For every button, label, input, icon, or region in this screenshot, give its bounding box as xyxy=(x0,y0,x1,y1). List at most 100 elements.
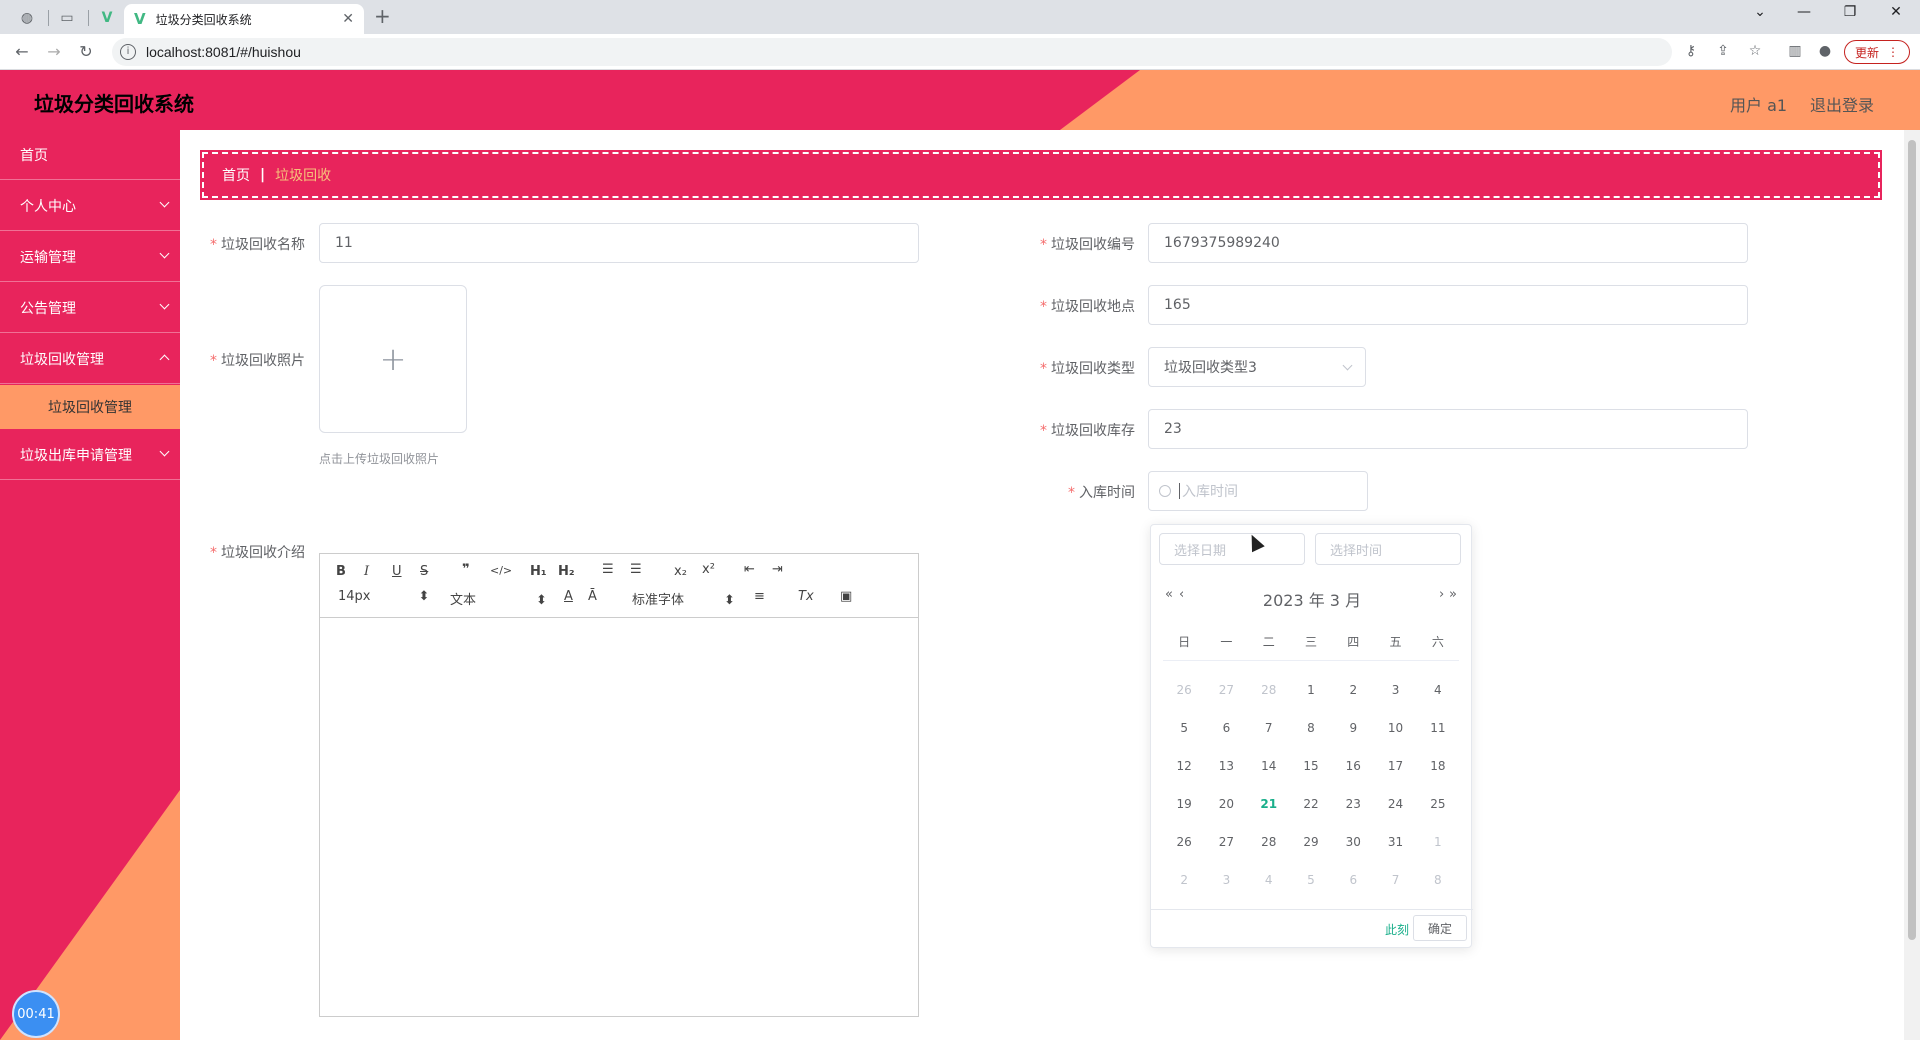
calendar-day[interactable]: 18 xyxy=(1417,759,1459,773)
font-color-icon[interactable]: A xyxy=(564,589,573,604)
calendar-day[interactable]: 26 xyxy=(1163,683,1205,697)
background-color-icon[interactable]: Ā xyxy=(588,589,597,604)
sidebar-item-recycle[interactable]: 垃圾回收管理 xyxy=(0,334,180,384)
key-icon[interactable]: ⚷ xyxy=(1680,43,1702,59)
picker-date-input[interactable]: 选择日期 xyxy=(1159,533,1305,565)
calendar-day[interactable]: 4 xyxy=(1248,873,1290,887)
font-size-select[interactable]: 14px ⬍ xyxy=(338,589,429,604)
calendar-day[interactable]: 1 xyxy=(1290,683,1332,697)
calendar-day[interactable]: 4 xyxy=(1417,683,1459,697)
active-tab[interactable]: V 垃圾分类回收系统 ✕ xyxy=(124,4,364,34)
italic-icon[interactable]: I xyxy=(364,564,369,579)
calendar-day[interactable]: 26 xyxy=(1163,835,1205,849)
confirm-button[interactable]: 确定 xyxy=(1413,915,1467,941)
picker-title[interactable]: 2023 年 3 月 xyxy=(1151,587,1473,611)
calendar-day[interactable]: 6 xyxy=(1205,721,1247,735)
outdent-icon[interactable]: ⇤ xyxy=(744,562,755,577)
calendar-day[interactable]: 21 xyxy=(1248,797,1290,811)
type-select[interactable]: 垃圾回收类型3 xyxy=(1148,347,1366,387)
reload-icon[interactable]: ↻ xyxy=(74,42,98,61)
calendar-day[interactable]: 31 xyxy=(1374,835,1416,849)
back-icon[interactable]: ← xyxy=(10,42,34,61)
url-box[interactable]: i localhost:8081/#/huishou xyxy=(112,38,1672,66)
bullet-list-icon[interactable]: ☰ xyxy=(630,562,642,577)
code-icon[interactable]: </> xyxy=(490,564,512,577)
next-year-icon[interactable]: » xyxy=(1449,587,1457,602)
quote-icon[interactable]: ❞ xyxy=(462,562,470,577)
new-tab-button[interactable]: + xyxy=(374,4,391,28)
calendar-day[interactable]: 24 xyxy=(1374,797,1416,811)
calendar-day[interactable]: 6 xyxy=(1332,873,1374,887)
sidebar-subitem-recycle-manage[interactable]: 垃圾回收管理 xyxy=(0,385,180,429)
calendar-day[interactable]: 14 xyxy=(1248,759,1290,773)
calendar-day[interactable]: 20 xyxy=(1205,797,1247,811)
bold-icon[interactable]: B xyxy=(336,564,346,579)
underline-icon[interactable]: U xyxy=(392,564,402,579)
subscript-icon[interactable]: x₂ xyxy=(674,564,687,579)
calendar-day[interactable]: 12 xyxy=(1163,759,1205,773)
superscript-icon[interactable]: x² xyxy=(702,562,715,577)
calendar-day[interactable]: 27 xyxy=(1205,835,1247,849)
sidebar-item-outbound[interactable]: 垃圾出库申请管理 xyxy=(0,430,180,480)
calendar-day[interactable]: 8 xyxy=(1417,873,1459,887)
update-button[interactable]: 更新 ⋮ xyxy=(1844,40,1910,64)
editor-content-area[interactable] xyxy=(320,618,918,1016)
page-scrollbar[interactable] xyxy=(1904,130,1920,1040)
calendar-day[interactable]: 5 xyxy=(1163,721,1205,735)
sidebar-item-transport[interactable]: 运输管理 xyxy=(0,232,180,282)
minimize-button[interactable]: — xyxy=(1784,4,1824,20)
sidepanel-icon[interactable]: ▥ xyxy=(1784,43,1806,59)
calendar-day[interactable]: 1 xyxy=(1417,835,1459,849)
time-input[interactable]: 入库时间 xyxy=(1148,471,1368,511)
calendar-day[interactable]: 28 xyxy=(1248,835,1290,849)
align-icon[interactable]: ≡ xyxy=(754,589,765,604)
forward-icon[interactable]: → xyxy=(42,42,66,61)
font-family-select[interactable]: 标准字体 ⬍ xyxy=(632,589,735,608)
calendar-day[interactable]: 9 xyxy=(1332,721,1374,735)
now-button[interactable]: 此刻 xyxy=(1385,921,1409,938)
h1-icon[interactable]: H₁ xyxy=(530,564,547,579)
calendar-day[interactable]: 27 xyxy=(1205,683,1247,697)
photo-upload-button[interactable]: + xyxy=(319,285,467,433)
calendar-day[interactable]: 29 xyxy=(1290,835,1332,849)
calendar-day[interactable]: 23 xyxy=(1332,797,1374,811)
calendar-day[interactable]: 10 xyxy=(1374,721,1416,735)
calendar-day[interactable]: 16 xyxy=(1332,759,1374,773)
vue-tab-icon[interactable]: V xyxy=(92,6,122,30)
calendar-day[interactable]: 2 xyxy=(1163,873,1205,887)
paragraph-select[interactable]: 文本 ⬍ xyxy=(450,589,547,608)
sidebar-item-home[interactable]: 首页 xyxy=(0,130,180,180)
site-info-icon[interactable]: i xyxy=(120,44,136,60)
globe-icon[interactable]: ◍ xyxy=(12,6,42,30)
next-month-icon[interactable]: › xyxy=(1439,587,1444,602)
location-input[interactable]: 165 xyxy=(1148,285,1748,325)
calendar-day[interactable]: 7 xyxy=(1248,721,1290,735)
blank-tab-icon[interactable]: ▭ xyxy=(52,6,82,30)
calendar-day[interactable]: 30 xyxy=(1332,835,1374,849)
sidebar-item-notice[interactable]: 公告管理 xyxy=(0,283,180,333)
h2-icon[interactable]: H₂ xyxy=(558,564,575,579)
indent-icon[interactable]: ⇥ xyxy=(772,562,783,577)
calendar-day[interactable]: 7 xyxy=(1374,873,1416,887)
ordered-list-icon[interactable]: ☰ xyxy=(602,562,614,577)
calendar-day[interactable]: 3 xyxy=(1374,683,1416,697)
calendar-day[interactable]: 17 xyxy=(1374,759,1416,773)
close-window-button[interactable]: ✕ xyxy=(1876,4,1916,20)
name-input[interactable]: 11 xyxy=(319,223,919,263)
picker-time-input[interactable]: 选择时间 xyxy=(1315,533,1461,565)
calendar-day[interactable]: 11 xyxy=(1417,721,1459,735)
tab-search-icon[interactable]: ⌄ xyxy=(1740,4,1780,20)
calendar-day[interactable]: 13 xyxy=(1205,759,1247,773)
profile-icon[interactable]: ● xyxy=(1814,43,1836,59)
restore-button[interactable]: ❐ xyxy=(1830,4,1870,20)
code-input[interactable]: 1679375989240 xyxy=(1148,223,1748,263)
calendar-day[interactable]: 2 xyxy=(1332,683,1374,697)
share-icon[interactable]: ⇪ xyxy=(1712,43,1734,59)
scrollbar-thumb[interactable] xyxy=(1908,140,1916,940)
logout-link[interactable]: 退出登录 xyxy=(1810,92,1874,116)
calendar-day[interactable]: 5 xyxy=(1290,873,1332,887)
calendar-day[interactable]: 19 xyxy=(1163,797,1205,811)
sidebar-item-personal[interactable]: 个人中心 xyxy=(0,181,180,231)
star-icon[interactable]: ☆ xyxy=(1744,43,1766,59)
calendar-day[interactable]: 25 xyxy=(1417,797,1459,811)
